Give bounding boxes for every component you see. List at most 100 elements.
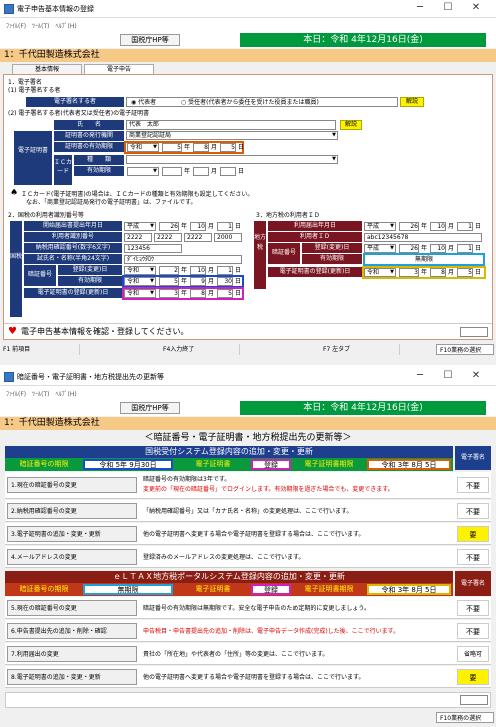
change-local-pin-button[interactable]: 5.現在の暗証番号の変更 [7,600,137,616]
l-pin-exp-label: 有効期限 [302,254,362,264]
status-message-bar: ♥ 電子申告基本情報を確認・登録してください。 [4,323,492,339]
k-cert-reg-year[interactable]: 3 [159,289,179,298]
minimize-icon[interactable]: ─ [406,370,434,381]
unit-month: 月 [211,168,218,175]
k-id-1[interactable]: 2222 [124,233,152,242]
k-cert-reg-month[interactable]: 8 [190,289,206,298]
l-pin-reg-era[interactable]: 平成 [364,244,396,253]
menu-file[interactable]: ﾌｧｲﾙ(F) [6,21,26,30]
nta-hp-button[interactable]: 国税庁HP等 [120,402,180,414]
pin-reg-month[interactable]: 10 [190,266,206,275]
maximize-icon[interactable]: ☐ [434,2,462,13]
l-cert-reg-era[interactable]: 令和 [364,268,396,277]
k-kana-input[interactable]: ﾀﾞｲﾋｮｳﾀﾛｳ [124,255,242,264]
nta-hp-button[interactable]: 国税庁HP等 [120,34,180,46]
l-start-year[interactable]: 26 [399,222,419,231]
f10-button[interactable]: F10業務の選択 [436,712,494,723]
cert-issuer-select[interactable]: 商業登記認証局 [126,131,338,140]
update-cert-button[interactable]: 3.電子証明書の追加・変更・更新 [7,526,137,542]
unit-day: 日 [238,168,245,175]
ic-expiry-era[interactable] [127,167,159,176]
menu-help[interactable]: ﾍﾙﾌﾟ(H) [56,389,77,398]
menu-tools[interactable]: ﾂｰﾙ(T) [32,21,49,30]
radio-representative[interactable]: ◉ 代表者 [131,98,156,107]
pin-reg-day[interactable]: 1 [217,266,233,275]
nat-cert-exp-label: 電子証明書期限 [304,460,354,468]
pin-exp-era[interactable]: 令和 [124,277,156,286]
cert-expiry-month[interactable]: 8 [193,143,209,152]
k-id-4[interactable]: 2000 [214,233,242,242]
explain-button-2[interactable]: 解説 [340,120,362,130]
loc-cert-exp-label: 電子証明書期限 [304,585,354,593]
menu-file[interactable]: ﾌｧｲﾙ(F) [6,389,26,398]
filing-destination-button[interactable]: 6.申告書提出先の追加・削除・確認 [7,623,137,639]
pin-reg-year[interactable]: 2 [159,266,179,275]
list-item-2: 2.納税用確認番号の変更 「納税用確認番号」又は「カナ氏名・名称」の変更処理は、… [5,500,491,522]
name-input[interactable]: 代表 太郎 [126,120,336,130]
pin-reg-era[interactable]: 令和 [124,266,156,275]
loc-cert-label: 電子証明書 [195,585,231,593]
heart-icon: ♥ [8,326,17,337]
l-start-era[interactable]: 平成 [364,222,396,231]
radio-proxy[interactable]: ○ 受任者(代表者から委任を受けた役員または職員) [181,98,319,107]
l-pin-reg-year[interactable]: 26 [399,244,419,253]
l-pin-reg-month[interactable]: 10 [430,244,446,253]
k-id-3[interactable]: 2222 [184,233,212,242]
cert-expiry-day[interactable]: 5 [220,143,236,152]
loc-cert-exp-value: 令和 3年 8月 5日 [367,584,451,595]
l-cert-reg-month[interactable]: 8 [430,268,446,277]
maximize-icon[interactable]: ☐ [434,370,462,381]
l-pin-reg-day[interactable]: 1 [457,244,473,253]
list-item-6: 6.申告書提出先の追加・削除・確認 申告税目・申告書提出先の追加・削除は、電子申… [5,620,491,642]
pin-exp-year[interactable]: 5 [159,277,179,286]
l-start-month[interactable]: 10 [430,222,446,231]
ecert-column-header: 電子署名 [455,446,491,470]
change-email-button[interactable]: 4.メールアドレスの変更 [7,549,137,565]
menu-tools[interactable]: ﾂｰﾙ(T) [32,389,49,398]
minimize-icon[interactable]: ─ [406,2,434,13]
k-id-2[interactable]: 2222 [154,233,182,242]
unit-day: 日 [475,245,482,252]
k-cert-reg-day[interactable]: 5 [217,289,233,298]
explain-button[interactable]: 解説 [400,97,424,107]
change-registration-button[interactable]: 7.利用届出の変更 [7,646,137,662]
close-icon[interactable]: ✕ [462,370,490,381]
ic-expiry-month[interactable] [193,167,209,176]
pin-exp-day[interactable]: 30 [217,277,233,286]
local-status-strip: 暗証番号の期限 無期限 電子証明書 登録 電子証明書期限 令和 3年 8月 5日 [5,583,453,596]
ic-expiry-year[interactable] [162,167,182,176]
section-1b-title: (2) 電子署名する者(代表者又は受任者)の電子証明書 [8,110,150,117]
change-pin-button[interactable]: 1.現在の暗証番号の変更 [7,477,137,493]
f1-button[interactable]: F1 前項目 [0,344,80,355]
selection-input[interactable] [460,695,488,705]
l-start-day[interactable]: 1 [457,222,473,231]
pin-exp-month[interactable]: 9 [190,277,206,286]
l-cert-reg-day[interactable]: 5 [457,268,473,277]
f4-button[interactable]: F4入力終了 [160,344,240,355]
f10-button[interactable]: F10業務の選択 [436,344,494,355]
name-label: 氏 名 [54,120,124,130]
cert-expiry-year[interactable]: 5 [162,143,182,152]
close-icon[interactable]: ✕ [462,2,490,13]
pin-reg-label: 登録(変更)日 [58,265,122,275]
l-cert-reg-year[interactable]: 3 [399,268,419,277]
k-cert-reg-era[interactable]: 令和 [124,289,156,298]
ic-expiry-day[interactable] [220,167,236,176]
f7-button[interactable]: F7 左タブ [320,344,400,355]
status-input[interactable] [460,327,488,337]
cert-expiry-era[interactable]: 令和 [127,143,159,152]
l-id-label: 利用者ＩＤ [268,232,362,242]
section-3-title: 3．地方税の利用者ＩＤ [256,212,320,219]
k-start-year[interactable]: 26 [159,222,179,231]
k-confirm-input[interactable]: 123456 [124,244,182,253]
k-start-era[interactable]: 平成 [124,222,156,231]
change-confirm-number-button[interactable]: 2.納税用確認番号の変更 [7,503,137,519]
k-start-day[interactable]: 1 [217,222,233,231]
row-4-status: 不要 [457,549,489,565]
update-local-cert-button[interactable]: 8.電子証明書の追加・変更・更新 [7,669,137,685]
l-id-input[interactable]: abc12345678 [364,233,482,242]
nat-pin-exp-value: 令和 5年 9月30日 [83,459,173,470]
k-start-month[interactable]: 10 [190,222,206,231]
menu-help[interactable]: ﾍﾙﾌﾟ(H) [56,21,77,30]
ic-kind-select[interactable] [126,155,338,164]
